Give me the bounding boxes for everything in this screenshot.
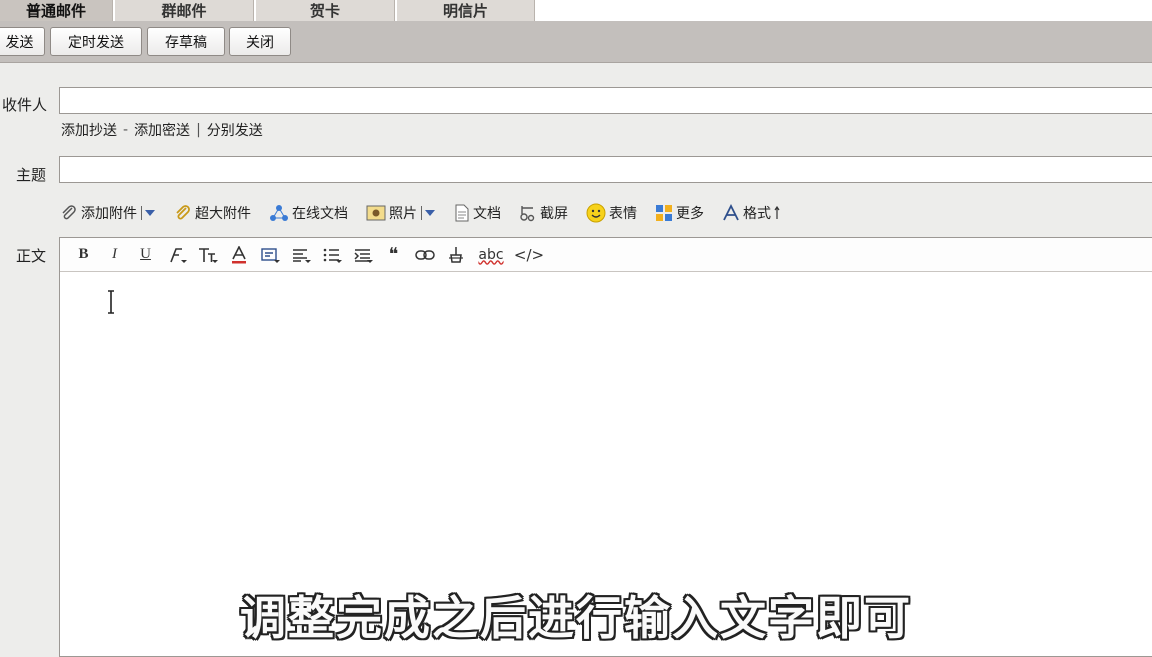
link-button[interactable] [409,243,440,267]
share-nodes-icon [270,205,288,221]
body-label: 正文 [16,247,47,265]
source-code-button[interactable]: </> [511,243,547,267]
screenshot-button[interactable]: 截屏 [519,203,568,223]
video-subtitle: 调整完成之后进行输入文字即可 [240,591,912,645]
document-label: 文档 [473,206,501,222]
online-doc-label: 在线文档 [292,206,348,222]
spellcheck-button[interactable]: abc [471,243,511,267]
tab-group-mail[interactable]: 群邮件 [115,0,254,21]
add-attachment-button[interactable]: 添加附件 [60,203,137,223]
list-button[interactable] [316,243,347,267]
eraser-icon [448,246,463,263]
format-button[interactable]: 格式 [722,203,780,223]
close-button[interactable]: 关闭 [229,27,291,56]
save-draft-button[interactable]: 存草稿 [147,27,225,56]
indent-button[interactable] [347,243,378,267]
recipient-options: 添加抄送 - 添加密送 | 分别发送 [61,120,263,140]
to-label: 收件人 [2,96,48,114]
font-color-icon [231,245,246,263]
tab-postcard[interactable]: 明信片 [397,0,535,21]
divider [141,206,142,220]
add-bcc-link[interactable]: 添加密送 [134,120,190,140]
photo-label: 照片 [389,206,417,222]
pipe-separator: | [196,122,201,138]
large-attachment-button[interactable]: 超大附件 [174,203,251,223]
up-arrow-icon [774,206,780,219]
photo-icon [366,205,386,221]
attachment-bar: 添加附件 超大附件 在线文档 照片 文档 截屏 表情 更多 格式 [60,200,798,226]
dash-separator: - [123,122,129,138]
smiley-icon [586,203,606,223]
clear-format-button[interactable] [440,243,471,267]
quote-button[interactable]: ❝ [378,243,409,267]
divider [421,206,422,220]
grid-icon [656,205,672,221]
font-size-button[interactable] [192,243,223,267]
to-input[interactable] [59,87,1152,114]
compose-tab-strip: 普通邮件 群邮件 贺卡 明信片 [0,0,1152,21]
tab-normal-mail[interactable]: 普通邮件 [0,0,113,21]
scheduled-send-button[interactable]: 定时发送 [50,27,142,56]
screenshot-label: 截屏 [540,206,568,222]
text-format-icon [723,204,739,221]
subject-label: 主题 [16,166,47,184]
align-button[interactable] [285,243,316,267]
italic-button[interactable]: I [99,243,130,267]
underline-button[interactable]: U [130,243,161,267]
emoji-button[interactable]: 表情 [586,203,637,223]
font-button[interactable] [161,243,192,267]
chevron-down-icon [145,210,155,216]
online-doc-button[interactable]: 在线文档 [269,203,348,223]
photo-button[interactable]: 照片 [366,203,417,223]
emoji-label: 表情 [609,206,637,222]
large-attachment-label: 超大附件 [195,206,251,222]
scissors-icon [520,206,535,222]
paperclip-icon [62,205,76,220]
separate-send-link[interactable]: 分别发送 [207,120,263,140]
subject-input[interactable] [59,156,1152,183]
attachment-dropdown[interactable] [144,208,156,218]
photo-dropdown[interactable] [424,208,436,218]
more-label: 更多 [676,206,704,222]
tab-greeting-card[interactable]: 贺卡 [256,0,395,21]
compose-toolbar: 发送 定时发送 存草稿 关闭 [0,21,1152,63]
background-color-button[interactable] [254,243,285,267]
link-icon [414,249,435,260]
chevron-down-icon [425,210,435,216]
font-color-button[interactable] [223,243,254,267]
bold-button[interactable]: B [68,243,99,267]
format-label: 格式 [743,206,771,222]
send-button[interactable]: 发送 [0,27,45,56]
document-icon [455,204,469,222]
large-paperclip-icon [176,205,190,220]
text-cursor-icon [108,290,114,314]
add-cc-link[interactable]: 添加抄送 [61,120,117,140]
add-attachment-label: 添加附件 [81,206,137,222]
document-button[interactable]: 文档 [454,203,501,223]
format-toolbar: B I U ❝ abc </> [60,238,1152,272]
more-button[interactable]: 更多 [655,203,704,223]
